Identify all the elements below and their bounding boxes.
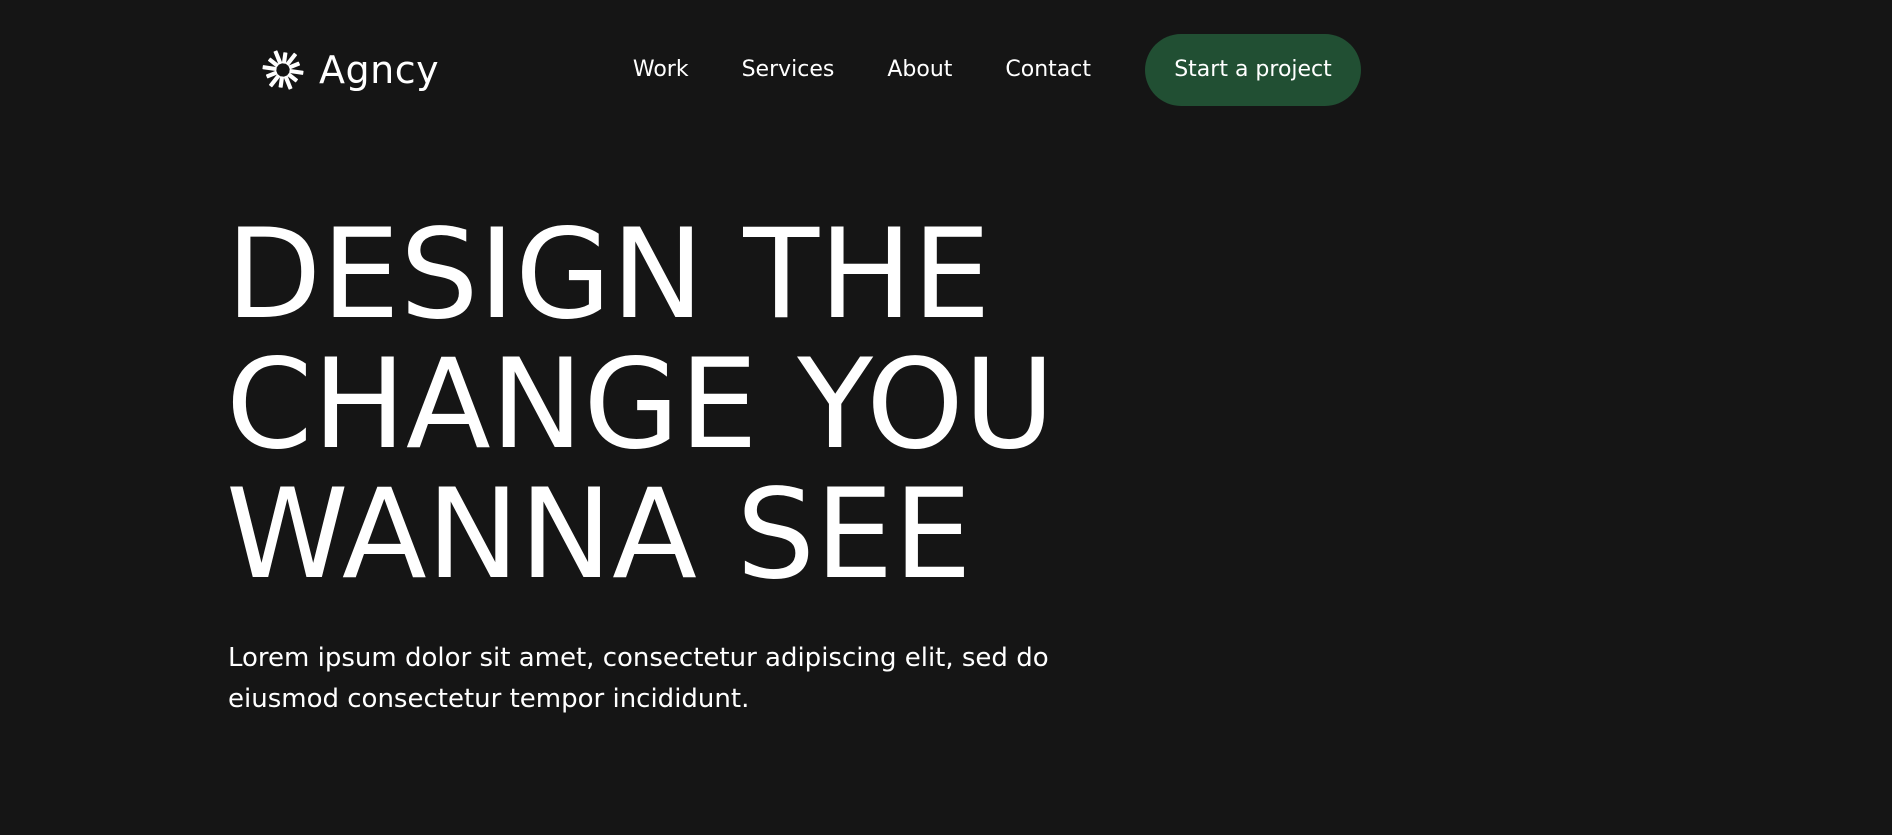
hero-title: DESIGN THE CHANGE YOU WANNA SEE	[226, 210, 1426, 600]
nav-link-services[interactable]: Services	[742, 59, 835, 81]
nav-link-contact[interactable]: Contact	[1005, 59, 1091, 81]
site-header: Agncy Work Services About Contact Start …	[0, 0, 1892, 140]
start-project-button[interactable]: Start a project	[1145, 34, 1361, 106]
hero-title-line: WANNA SEE	[226, 463, 972, 607]
page: Agncy Work Services About Contact Start …	[0, 0, 1892, 835]
nav-link-about[interactable]: About	[887, 59, 952, 81]
brand-name: Agncy	[319, 48, 440, 92]
nav-link-work[interactable]: Work	[633, 59, 689, 81]
hero-title-line: CHANGE YOU	[226, 333, 1055, 477]
brand-logo-link[interactable]: Agncy	[255, 40, 439, 100]
main-nav: Work Services About Contact Start a proj…	[633, 34, 1361, 106]
hero-subtitle-line: Lorem ipsum dolor sit amet, consectetur …	[228, 643, 1049, 673]
hero-title-line: DESIGN THE	[226, 203, 991, 347]
hero-section: DESIGN THE CHANGE YOU WANNA SEE	[226, 210, 1426, 600]
hero-subtitle-line: eiusmod consectetur tempor incididunt.	[228, 684, 750, 714]
hero-subtitle: Lorem ipsum dolor sit amet, consectetur …	[228, 638, 1128, 720]
sunburst-logo-icon	[262, 50, 304, 90]
